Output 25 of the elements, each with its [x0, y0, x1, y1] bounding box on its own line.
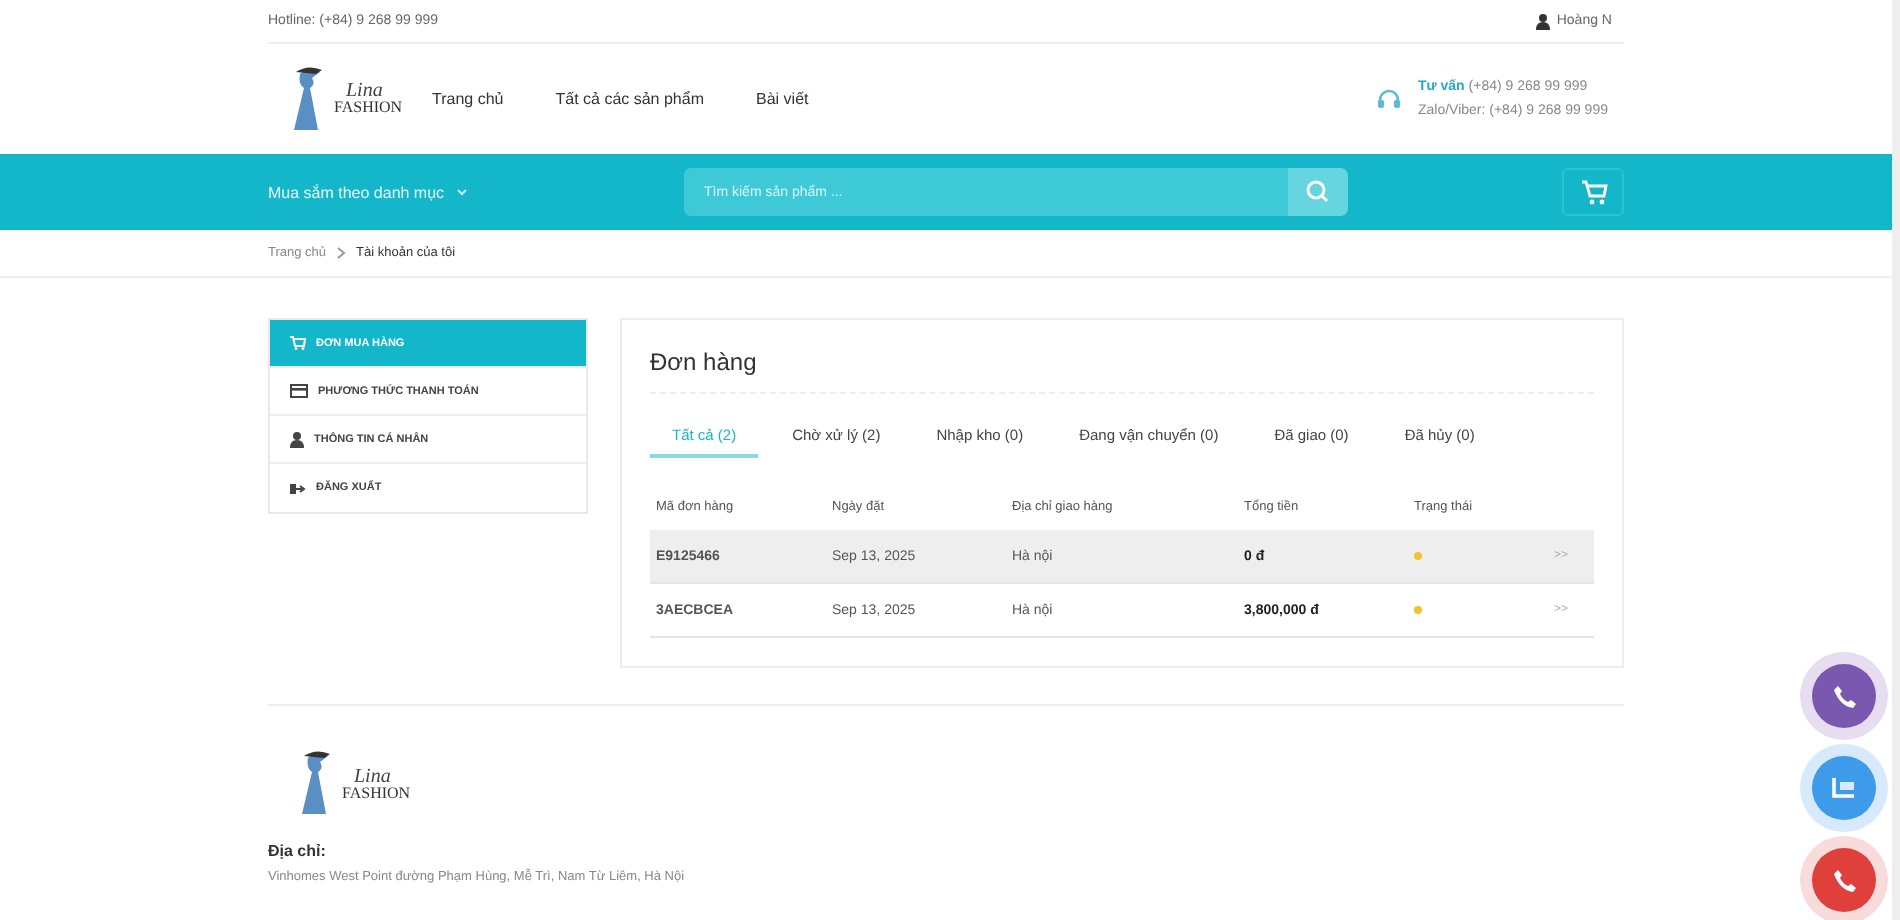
nav-link[interactable]: Trang chủ — [432, 90, 504, 108]
caret-icon — [456, 188, 469, 196]
user-icon — [290, 431, 304, 447]
user-icon — [1536, 13, 1551, 29]
card-icon — [290, 384, 308, 398]
address-label: Địa chỉ: — [268, 842, 326, 860]
cart-icon — [1579, 179, 1607, 205]
chevron-icon — [336, 246, 347, 260]
logout-icon — [290, 481, 306, 495]
nav-link[interactable]: Tất cả các sản phẩm — [555, 90, 704, 108]
call-button[interactable] — [1812, 848, 1876, 912]
phone-icon — [1831, 683, 1857, 709]
chat-icon — [1830, 776, 1858, 800]
logo[interactable]: Lina FASHION — [288, 65, 428, 133]
cart-button[interactable] — [1562, 168, 1624, 216]
orders-title: Đơn hàng — [650, 348, 1594, 394]
logo[interactable]: Lina FASHION — [296, 750, 436, 818]
headset-icon — [1375, 87, 1402, 111]
chat-button[interactable] — [1812, 756, 1876, 820]
search-button[interactable] — [1288, 168, 1348, 216]
search-icon — [1306, 180, 1330, 204]
cart-icon — [290, 336, 306, 350]
phone-icon — [1831, 867, 1857, 893]
nav-link[interactable]: Bài viết — [756, 90, 809, 108]
viber-button[interactable] — [1812, 664, 1876, 728]
